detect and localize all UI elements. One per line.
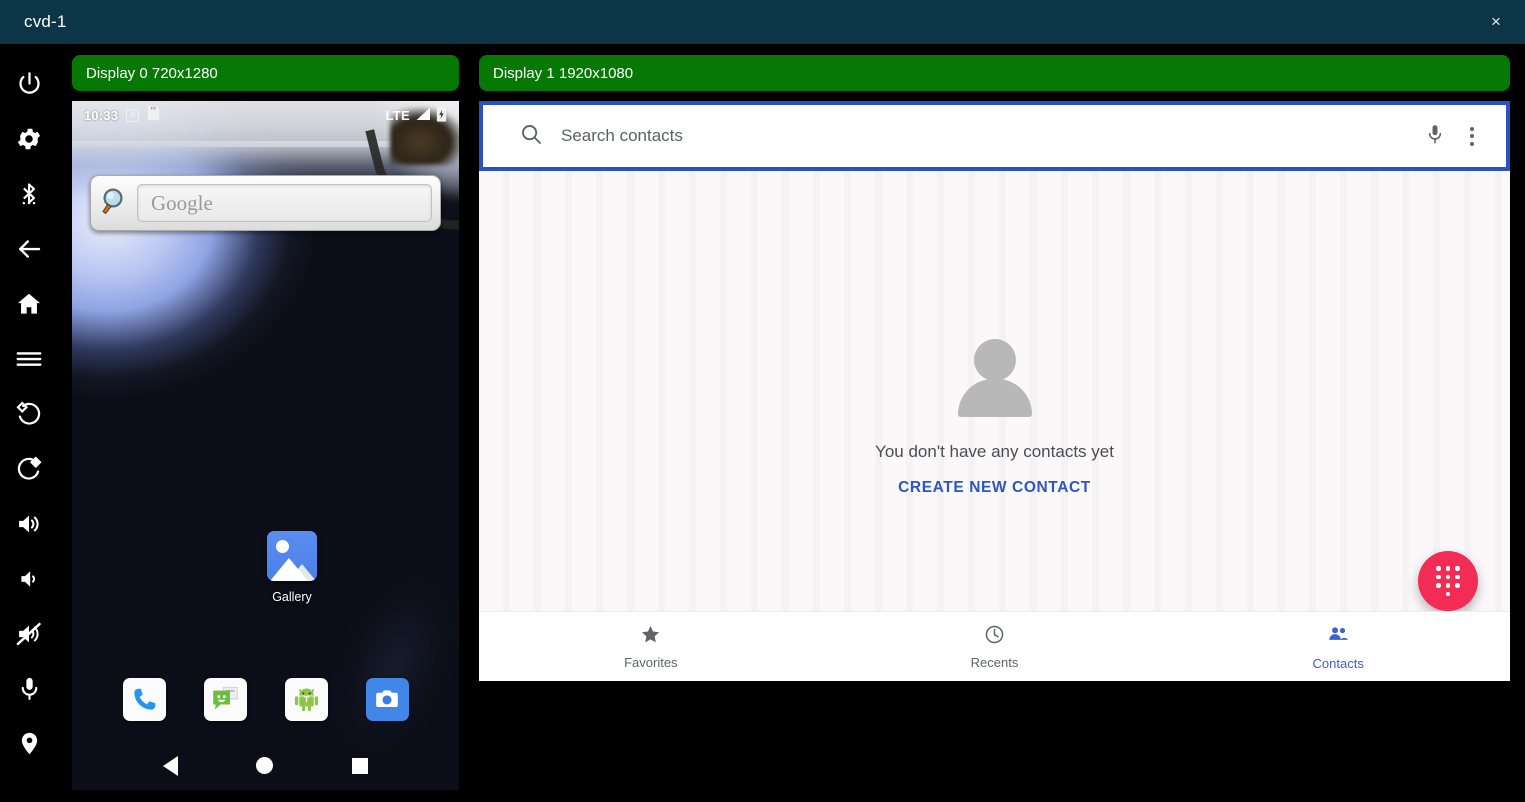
android-dock [72, 669, 459, 729]
people-icon [1327, 623, 1350, 651]
rotate-left-icon[interactable] [7, 386, 51, 441]
gallery-icon [267, 531, 317, 581]
dock-icon-phone[interactable] [123, 678, 166, 721]
app-label: Gallery [272, 590, 312, 604]
battery-charging-icon [436, 106, 447, 125]
nav-home-icon[interactable] [256, 757, 273, 774]
android-navigation-bar [72, 741, 459, 790]
microphone-icon[interactable] [1424, 123, 1446, 150]
display-1-screen[interactable]: Search contacts You don't [479, 101, 1510, 681]
create-new-contact-link[interactable]: CREATE NEW CONTACT [898, 479, 1091, 497]
location-icon[interactable] [7, 716, 51, 771]
tab-favorites[interactable]: Favorites [479, 624, 823, 670]
nav-recents-icon[interactable] [352, 758, 368, 774]
back-arrow-icon[interactable] [7, 221, 51, 276]
search-bar-actions [1424, 123, 1486, 150]
nav-back-icon[interactable] [163, 756, 178, 776]
empty-state-message: You don't have any contacts yet [875, 442, 1114, 462]
bluetooth-icon[interactable] [7, 166, 51, 221]
overflow-menu-icon[interactable] [1466, 123, 1478, 150]
google-search-widget[interactable]: Google [90, 175, 441, 231]
volume-up-icon[interactable] [7, 496, 51, 551]
window-title: cvd-1 [24, 12, 67, 32]
status-clock: 10:33 [84, 108, 118, 123]
dock-icon-android-app[interactable] [285, 678, 328, 721]
power-icon[interactable] [7, 56, 51, 111]
search-input[interactable]: Search contacts [561, 126, 683, 146]
window-titlebar: cvd-1 × [0, 0, 1525, 44]
google-search-input[interactable]: Google [137, 184, 432, 222]
empty-state: You don't have any contacts yet CREATE N… [479, 339, 1510, 497]
tab-label: Favorites [624, 655, 677, 670]
search-icon [519, 122, 543, 151]
close-icon[interactable]: × [1467, 0, 1525, 44]
tab-recents[interactable]: Recents [823, 624, 1167, 670]
star-icon [640, 624, 661, 650]
menu-icon[interactable] [7, 331, 51, 386]
google-search-text: Google [151, 191, 213, 216]
search-contacts-bar[interactable]: Search contacts [483, 105, 1506, 167]
dialpad-icon [1436, 566, 1460, 596]
gear-icon[interactable] [7, 111, 51, 166]
contacts-bottom-navigation: Favorites Recents Contacts [479, 611, 1510, 681]
rotate-right-icon[interactable] [7, 441, 51, 496]
home-icon[interactable] [7, 276, 51, 331]
search-icon [99, 185, 131, 222]
display-0-header: Display 0 720x1280 [72, 55, 459, 91]
dock-icon-messages[interactable] [204, 678, 247, 721]
volume-mute-icon[interactable] [7, 606, 51, 661]
network-label: LTE [386, 108, 411, 123]
dialpad-fab-button[interactable] [1418, 551, 1478, 611]
contacts-content-area: You don't have any contacts yet CREATE N… [479, 171, 1510, 641]
device-control-sidebar [0, 44, 58, 802]
microphone-icon[interactable] [7, 661, 51, 716]
tab-label: Recents [971, 655, 1019, 670]
tab-label: Contacts [1313, 656, 1364, 671]
search-bar-focus-ring: Search contacts [479, 101, 1510, 171]
signal-icon [415, 107, 431, 124]
app-icon-gallery[interactable]: Gallery [232, 531, 352, 604]
dock-icon-camera[interactable] [366, 678, 409, 721]
display-1-header: Display 1 1920x1080 [479, 55, 1510, 91]
tab-contacts[interactable]: Contacts [1166, 623, 1510, 671]
person-placeholder-icon [953, 339, 1037, 419]
alarm-icon: A [126, 109, 139, 122]
volume-down-icon[interactable] [7, 551, 51, 606]
android-status-bar: 10:33 A LTE [72, 101, 459, 129]
clock-icon [984, 624, 1005, 650]
status-bar-right: LTE [386, 106, 448, 125]
status-bar-left: 10:33 A [84, 106, 160, 124]
sdcard-icon [147, 106, 160, 124]
display-0-screen[interactable]: 10:33 A LTE [72, 101, 459, 790]
